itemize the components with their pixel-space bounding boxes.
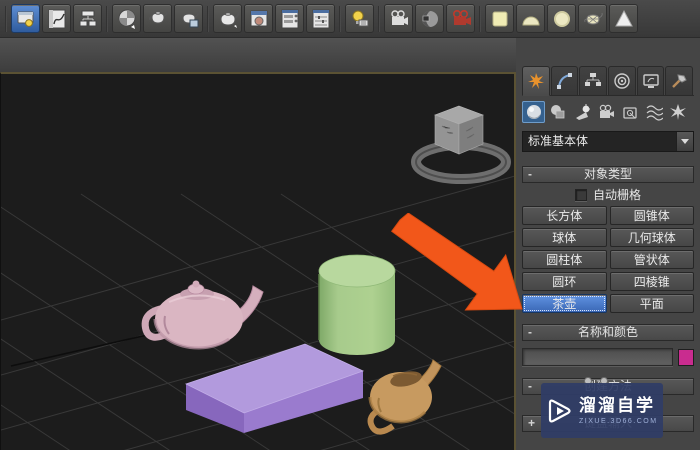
toolbar-separator — [479, 5, 481, 32]
video-camera-icon[interactable] — [446, 4, 475, 33]
toolbar-separator — [378, 5, 380, 32]
toolbar-separator — [106, 5, 108, 32]
play-logo-icon — [548, 398, 571, 423]
collapse-icon[interactable]: - — [528, 379, 532, 394]
hierarchy-tab-icon[interactable] — [579, 66, 608, 96]
collapse-icon[interactable]: - — [528, 167, 532, 182]
3dsmax-window: 标准基本体 - 对象类型 自动栅格 长方体 圆锥体 球体 几何球体 圆柱体 管状… — [0, 0, 700, 450]
toolbar-separator — [207, 5, 209, 32]
object-name-input[interactable] — [522, 348, 673, 366]
watermark-subtitle: ZIXUE.3D66.COM — [579, 418, 658, 425]
watermark-title: 溜溜自学 — [579, 396, 655, 415]
cameras-icon[interactable] — [594, 101, 617, 123]
light-lister-icon[interactable] — [345, 4, 374, 33]
toolbar-spacer — [0, 38, 516, 72]
environment-panel-icon[interactable] — [275, 4, 304, 33]
material-editor-icon[interactable] — [112, 4, 141, 33]
curve-editor-icon[interactable] — [42, 4, 71, 33]
chevron-down-icon — [681, 139, 689, 144]
watermark: 溜溜自学 ZIXUE.3D66.COM — [541, 383, 663, 438]
frame-window-icon[interactable] — [244, 4, 273, 33]
dropdown-value: 标准基本体 — [523, 132, 676, 151]
dropdown-button[interactable] — [676, 132, 693, 151]
toolbar-separator — [5, 5, 7, 32]
preset-square-icon[interactable] — [485, 4, 514, 33]
systems-icon[interactable] — [666, 101, 689, 123]
main-toolbar — [0, 0, 700, 38]
lights-icon[interactable] — [570, 101, 593, 123]
rollout-name-color[interactable]: - 名称和颜色 — [522, 324, 694, 341]
preset-cone-icon[interactable] — [609, 4, 638, 33]
teapot-tan[interactable] — [361, 352, 443, 436]
preset-dome-icon[interactable] — [516, 4, 545, 33]
modify-tab-icon[interactable] — [550, 66, 579, 96]
shapes-icon[interactable] — [546, 101, 569, 123]
autogrid-label: 自动栅格 — [592, 188, 641, 202]
preset-wire-teapot-icon[interactable] — [578, 4, 607, 33]
rollout-title: 名称和颜色 — [577, 325, 638, 339]
command-panel-tabs — [522, 66, 694, 96]
render-teapot-icon[interactable] — [213, 4, 242, 33]
pyramid-button[interactable]: 四棱锥 — [609, 272, 694, 291]
exposure-panel-icon[interactable] — [306, 4, 335, 33]
geometry-icon[interactable] — [522, 101, 545, 123]
preset-sphere-icon[interactable] — [547, 4, 576, 33]
cone-button[interactable]: 圆锥体 — [609, 206, 694, 225]
render-setup-icon[interactable] — [143, 4, 172, 33]
motion-tab-icon[interactable] — [608, 66, 636, 96]
object-color-swatch[interactable] — [678, 348, 694, 366]
create-tab-icon[interactable] — [522, 66, 550, 96]
camera-icon[interactable] — [384, 4, 413, 33]
helpers-icon[interactable] — [618, 101, 641, 123]
box-purple[interactable] — [184, 340, 366, 436]
create-categories — [522, 100, 694, 124]
collapse-icon[interactable]: + — [528, 416, 535, 431]
display-tab-icon[interactable] — [636, 66, 665, 96]
toolbar-separator — [339, 5, 341, 32]
schematic-view-icon[interactable] — [73, 4, 102, 33]
space-warps-icon[interactable] — [642, 101, 665, 123]
tube-button[interactable]: 管状体 — [609, 250, 694, 269]
rollout-object-type[interactable]: - 对象类型 — [522, 166, 694, 183]
layer-manager-icon[interactable] — [11, 4, 40, 33]
autogrid-row: 自动栅格 — [522, 187, 694, 202]
rendered-frame-teapot-icon[interactable] — [174, 4, 203, 33]
annotation-arrow — [391, 213, 523, 311]
primitive-type-dropdown[interactable]: 标准基本体 — [522, 131, 694, 152]
utilities-tab-icon[interactable] — [665, 66, 694, 96]
autogrid-checkbox[interactable] — [574, 188, 587, 201]
primitive-buttons: 长方体 圆锥体 球体 几何球体 圆柱体 管状体 圆环 四棱锥 茶壶 平面 — [522, 206, 694, 313]
geosphere-button[interactable]: 几何球体 — [609, 228, 694, 247]
moon-render-icon[interactable] — [415, 4, 444, 33]
name-color-row — [522, 347, 694, 367]
plane-button[interactable]: 平面 — [609, 294, 694, 313]
rollout-title: 对象类型 — [583, 167, 632, 181]
collapse-icon[interactable]: - — [528, 325, 532, 340]
viewcube[interactable] — [409, 98, 514, 188]
